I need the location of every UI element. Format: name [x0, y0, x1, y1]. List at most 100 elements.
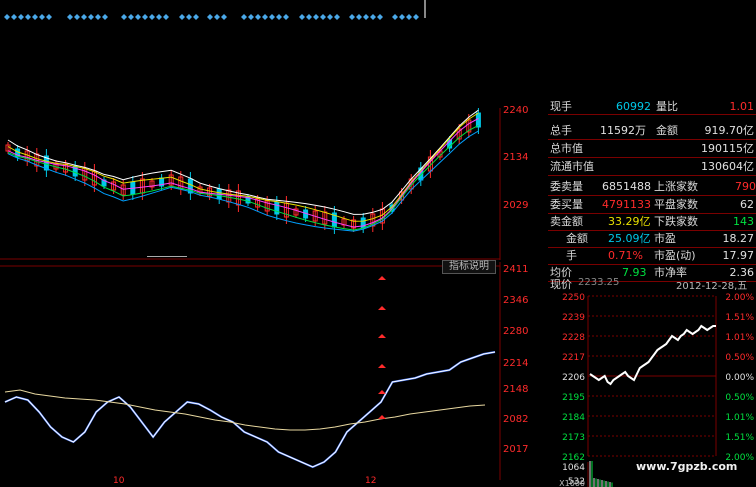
indicator-help-label: 指标说明 [449, 261, 489, 272]
signal-diamond [67, 14, 73, 20]
info-label2: 市盈 [654, 232, 676, 245]
buy-signal-arrow [378, 364, 386, 368]
signal-diamond [283, 14, 289, 20]
indicator-chart[interactable]: 指标说明 2411 2346 2280 2214 2148 2082 2017 [0, 260, 545, 480]
moving-average-line [7, 130, 479, 232]
moving-average-line [7, 112, 479, 222]
x-axis: 10 12 [0, 476, 545, 487]
info-label: 卖金额 [550, 215, 583, 228]
intraday-left-tick: 2206 [562, 373, 585, 383]
kline-tick-2134: 2134 [503, 152, 529, 163]
intraday-right-tick: 0.00% [725, 373, 754, 383]
kline-top-tick: 2240 [503, 105, 529, 116]
x-label-10: 10 [113, 476, 125, 486]
signal-diamond [327, 14, 333, 20]
volume-tick: 1064 [562, 463, 585, 473]
signal-diamond [25, 14, 31, 20]
info-label: 金额 [566, 232, 588, 245]
intraday-right-tick: 0.50% [725, 393, 754, 403]
ind-tick-4: 2148 [503, 384, 529, 395]
intraday-left-tick: 2217 [562, 353, 585, 363]
signal-diamond [313, 14, 319, 20]
intraday-left-tick: 2173 [562, 433, 585, 443]
info-value2: 62 [740, 198, 754, 211]
intraday-right-tick: 2.00% [725, 293, 754, 303]
signal-diamond [186, 14, 192, 20]
intraday-left-tick: 2195 [562, 393, 585, 403]
info-label2: 平盘家数 [654, 198, 698, 211]
signal-diamond [356, 14, 362, 20]
signal-diamond [11, 14, 17, 20]
signal-diamond [214, 14, 220, 20]
info-value: 4791133 [602, 198, 651, 211]
intraday-price: 2233.25 [578, 277, 620, 288]
moving-average-line [7, 109, 479, 215]
kline-tick-2029: 2029 [503, 200, 529, 211]
info-value: 6851488 [602, 180, 651, 193]
signal-diamond [370, 14, 376, 20]
info-label: 总市值 [550, 142, 583, 155]
intraday-right-tick: 1.01% [725, 413, 754, 423]
indicator-help-button[interactable]: 指标说明 [442, 260, 496, 274]
info-label2: 量比 [656, 100, 678, 113]
signal-diamond [128, 14, 134, 20]
info-row-float-cap: 流通市值 130604亿 [548, 158, 756, 176]
signal-diamond [406, 14, 412, 20]
indicator-overlay-line [4, 351, 496, 468]
info-row-turnover: 手 0.71% 市盈(动) 17.97 [548, 247, 756, 265]
intraday-left-tick: 2239 [562, 313, 585, 323]
info-label2: 上涨家数 [654, 180, 698, 193]
signal-diamond [88, 14, 94, 20]
intraday-left-tick: 2162 [562, 453, 585, 463]
intraday-left-tick: 2184 [562, 413, 585, 423]
kline-canvas [0, 106, 501, 260]
buy-signal-arrow [378, 415, 386, 419]
info-value2: 790 [735, 180, 756, 193]
ind-tick-1: 2346 [503, 295, 529, 306]
intraday-right-tick: 0.50% [725, 353, 754, 363]
signal-diamond [156, 14, 162, 20]
info-value2: 18.27 [722, 232, 755, 245]
signal-diamond [95, 14, 101, 20]
signal-diamond [193, 14, 199, 20]
info-value: 25.09亿 [608, 232, 651, 245]
info-label: 流通市值 [550, 160, 594, 173]
info-row-amount: 金额 25.09亿 市盈 18.27 [548, 230, 756, 248]
signal-diamond [179, 14, 185, 20]
signal-diamond [207, 14, 213, 20]
intraday-right-tick: 1.01% [725, 333, 754, 343]
buy-signal-arrow [378, 306, 386, 310]
info-label2: 市盈(动) [654, 249, 696, 262]
indicator-price-line [4, 351, 496, 469]
x-label-12: 12 [365, 476, 377, 486]
buy-signal-arrow [378, 390, 386, 394]
buy-signal-arrow [378, 334, 386, 338]
signal-diamond [46, 14, 52, 20]
signal-diamond [81, 14, 87, 20]
signal-diamond [320, 14, 326, 20]
info-value: 130604亿 [701, 160, 754, 173]
info-row-market-cap: 总市值 190115亿 [548, 140, 756, 158]
info-row-volume-now: 现手 60992 量比 1.01 [548, 100, 756, 115]
signal-diamond [269, 14, 275, 20]
intraday-panel[interactable]: 现价 2233.25 2012-12-28,五 2250 2.00% 2239 1.5… [548, 276, 756, 487]
signal-diamond [149, 14, 155, 20]
ind-tick-6: 2017 [503, 444, 529, 455]
info-row-buy-orders: 委买量 4791133 平盘家数 62 [548, 196, 756, 214]
info-row-sell-orders: 委卖量 6851488 上涨家数 790 [548, 178, 756, 196]
info-row-sell-amount: 卖金额 33.29亿 下跌家数 143 [548, 213, 756, 231]
info-label2: 下跌家数 [654, 215, 698, 228]
signal-diamond [142, 14, 148, 20]
signal-diamond [377, 14, 383, 20]
signal-strip [0, 0, 430, 30]
signal-diamond [32, 14, 38, 20]
info-value2: 143 [733, 215, 754, 228]
moving-average-line [7, 124, 479, 231]
info-label: 委买量 [550, 198, 583, 211]
pane-separator [147, 256, 187, 257]
signal-diamond [241, 14, 247, 20]
signal-diamond [121, 14, 127, 20]
kline-chart[interactable]: 2240 2134 2029 [0, 105, 545, 260]
signal-diamond [413, 14, 419, 20]
signal-diamond [39, 14, 45, 20]
